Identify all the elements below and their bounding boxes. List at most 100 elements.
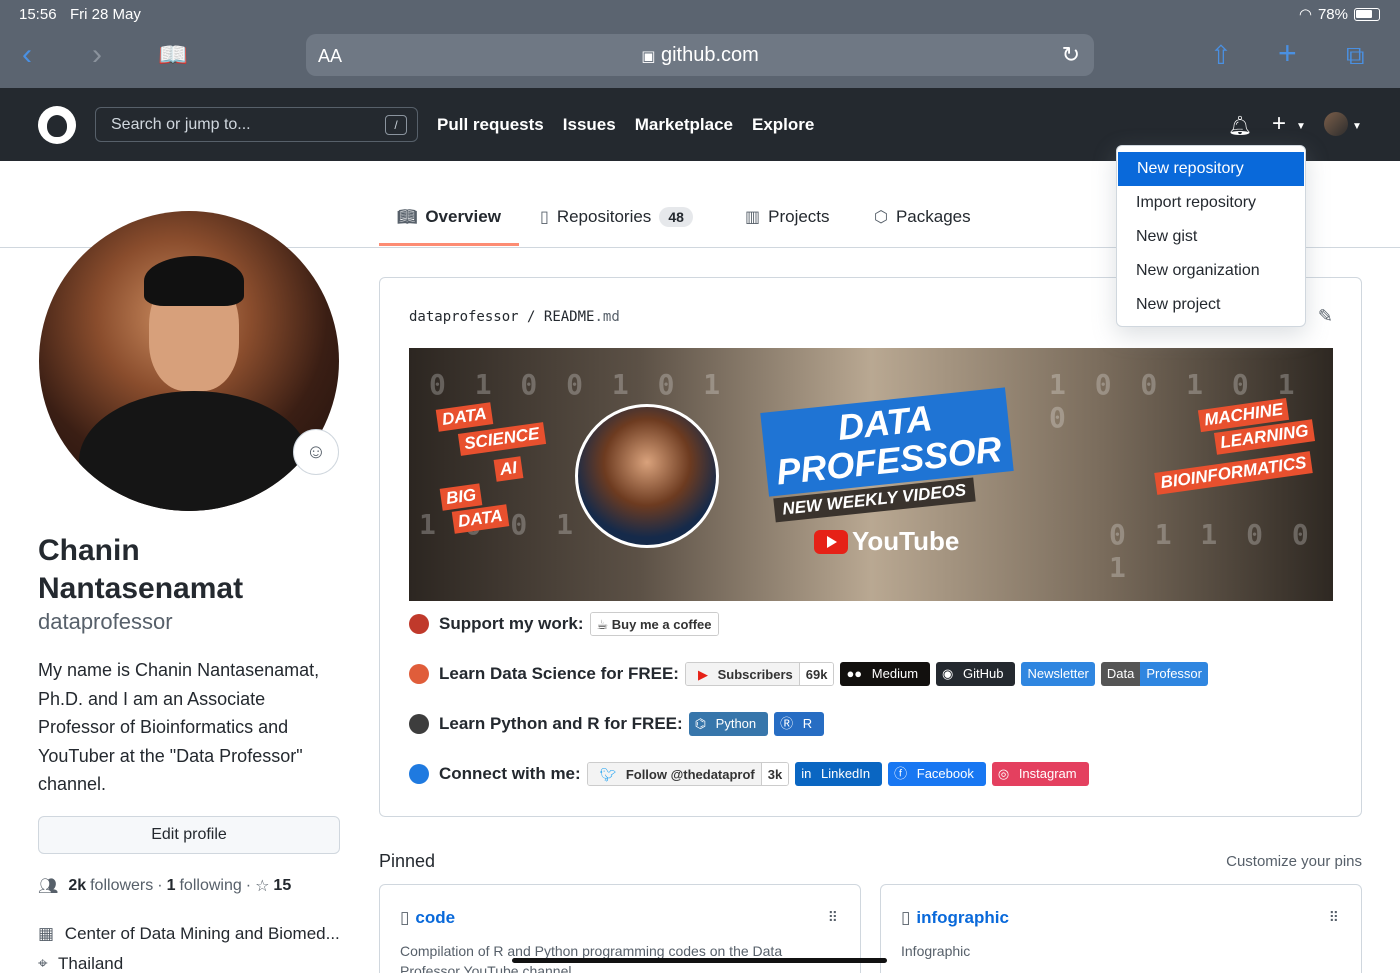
readme-support-line: Support my work: ☕ Buy me a coffee	[409, 612, 719, 636]
banner-tag: BIOINFORMATICS	[1154, 451, 1313, 495]
banner-youtube-logo: YouTube	[814, 526, 959, 557]
medium-badge[interactable]: ●● Medium	[840, 662, 931, 686]
status-bar: 15:56 Fri 28 May ◠ 78%	[0, 0, 1400, 28]
notifications-bell-icon[interactable]: 🔔︎	[1228, 114, 1252, 137]
separator-dot: ·	[157, 877, 163, 894]
profile-username: dataprofessor	[38, 609, 173, 634]
tab-packages[interactable]: ⬡ Packages	[874, 207, 971, 227]
customize-pins-link[interactable]: Customize your pins	[1226, 853, 1362, 870]
readme-path: dataprofessor / README.md	[409, 309, 620, 325]
tab-projects-label: Projects	[768, 207, 830, 226]
repo-icon: ▯	[540, 209, 549, 226]
following-count[interactable]: 1	[167, 877, 176, 895]
readme-box: dataprofessor / README.md ✎ 0 1 0 0 1 0 …	[379, 277, 1362, 817]
tab-overview[interactable]: 📖︎ Overview	[397, 207, 501, 227]
youtube-subscribers-badge[interactable]: ▶ Subscribers 69k	[684, 662, 835, 686]
buy-me-coffee-badge[interactable]: ☕ Buy me a coffee	[589, 612, 719, 636]
repositories-count-badge: 48	[659, 207, 693, 227]
menu-new-organization[interactable]: New organization	[1117, 254, 1305, 288]
banner-tag: BIG	[439, 483, 483, 511]
package-icon: ⬡	[874, 209, 888, 226]
tabs-overview-icon[interactable]: ⧉	[1346, 40, 1365, 70]
data-professor-badge[interactable]: Data Professor	[1100, 662, 1208, 686]
create-caret-icon[interactable]: ▼	[1296, 121, 1306, 132]
reload-icon[interactable]: ↻	[1062, 42, 1080, 68]
edit-profile-button[interactable]: Edit profile	[38, 816, 340, 854]
twitter-badge[interactable]: 🐦︎ Follow @thedataprof 3k	[586, 762, 790, 786]
red-circle-icon	[409, 614, 429, 634]
tab-repositories[interactable]: ▯ Repositories 48	[540, 207, 693, 227]
followers-link[interactable]: followers	[90, 877, 153, 895]
instagram-badge[interactable]: ◎ Instagram	[991, 762, 1089, 786]
menu-new-project[interactable]: New project	[1117, 288, 1305, 322]
pinned-repo-link[interactable]: ▯ code	[400, 908, 455, 928]
browser-toolbar: ‹ › 📖 AA ▣ github.com ↻ ⇧ + ⧉	[0, 28, 1400, 88]
profile-avatar[interactable]	[39, 211, 339, 511]
banner-youtube-text: YouTube	[852, 526, 960, 556]
new-tab-icon[interactable]: +	[1278, 37, 1297, 69]
tab-projects[interactable]: ▥ Projects	[745, 207, 830, 227]
separator-dot: ·	[245, 877, 252, 894]
tab-packages-label: Packages	[895, 207, 971, 226]
url-text[interactable]: ▣ github.com	[306, 44, 1094, 67]
home-indicator[interactable]	[512, 958, 887, 963]
readme-ext: .md	[594, 309, 620, 325]
readme-path-slash: /	[527, 309, 536, 325]
address-bar[interactable]: AA ▣ github.com ↻	[306, 34, 1094, 76]
url-domain: github.com	[660, 44, 759, 66]
python-badge[interactable]: ⌬ Python	[688, 712, 769, 736]
edit-readme-pencil-icon[interactable]: ✎	[1318, 306, 1333, 327]
status-time: 15:56	[19, 6, 57, 23]
newsletter-badge[interactable]: Newsletter	[1021, 662, 1095, 686]
pinned-repo-link[interactable]: ▯ infographic	[901, 908, 1009, 928]
location-text: Thailand	[58, 954, 124, 973]
learn-ds-label: Learn Data Science for FREE:	[439, 664, 679, 683]
bookmarks-icon[interactable]: 📖	[158, 41, 188, 71]
banner-title: DATA PROFESSOR	[760, 387, 1014, 497]
nav-pull-requests[interactable]: Pull requests	[437, 115, 544, 135]
location-pin-icon: ⌖	[38, 954, 48, 973]
battery-percent: 78%	[1317, 5, 1348, 23]
profile-full-name: Chanin Nantasenamat	[38, 534, 244, 605]
user-menu-caret-icon[interactable]: ▼	[1352, 121, 1362, 132]
pinned-repo-card: ▯ infographic ⠿ Infographic	[880, 884, 1362, 973]
banner-portrait	[575, 404, 719, 548]
nav-issues[interactable]: Issues	[563, 115, 616, 135]
github-logo-icon[interactable]	[38, 106, 76, 144]
forward-icon[interactable]: ›	[92, 40, 102, 70]
readme-connect-line: Connect with me: 🐦︎ Follow @thedataprof …	[409, 762, 1089, 786]
readme-banner-image: 0 1 0 0 1 0 1 1 0 0 1 0 1 0 0 1 0 1 0 0 …	[409, 348, 1333, 601]
banner-tag: SCIENCE	[457, 422, 546, 456]
set-status-smiley-icon[interactable]: ☺	[293, 429, 339, 475]
create-new-plus-icon[interactable]: +	[1272, 110, 1286, 138]
orange-circle-icon	[409, 664, 429, 684]
pinned-repo-description: Compilation of R and Python programming …	[400, 943, 783, 973]
facebook-badge[interactable]: ⓕ Facebook	[888, 762, 986, 786]
menu-new-repository[interactable]: New repository	[1118, 152, 1304, 186]
stars-count[interactable]: 15	[273, 877, 291, 895]
profile-organization: ▦ Center of Data Mining and Biomed...	[38, 924, 340, 944]
drag-handle-icon[interactable]: ⠿	[1329, 909, 1339, 926]
repo-icon: ▯	[400, 908, 410, 927]
drag-handle-icon[interactable]: ⠿	[828, 909, 838, 926]
search-input[interactable]: Search or jump to... /	[95, 107, 418, 142]
support-label: Support my work:	[439, 614, 584, 633]
profile-location: ⌖ Thailand	[38, 954, 123, 973]
following-link[interactable]: following	[179, 877, 241, 895]
nav-explore[interactable]: Explore	[752, 115, 814, 135]
readme-owner[interactable]: dataprofessor	[409, 309, 519, 325]
user-avatar-small[interactable]	[1324, 112, 1348, 136]
project-icon: ▥	[745, 209, 761, 226]
menu-new-gist[interactable]: New gist	[1117, 220, 1305, 254]
followers-count[interactable]: 2k	[68, 877, 86, 895]
follow-stats: 👥︎ 2k followers · 1 following · ☆ 15	[38, 876, 291, 896]
linkedin-badge[interactable]: in LinkedIn	[795, 762, 883, 786]
readme-file[interactable]: README	[544, 309, 595, 325]
back-icon[interactable]: ‹	[22, 40, 32, 70]
r-badge[interactable]: Ⓡ R	[774, 712, 825, 736]
menu-import-repository[interactable]: Import repository	[1117, 186, 1305, 220]
nav-marketplace[interactable]: Marketplace	[635, 115, 733, 135]
github-badge[interactable]: ◉ GitHub	[936, 662, 1016, 686]
share-icon[interactable]: ⇧	[1210, 40, 1232, 70]
tab-repositories-label: Repositories	[556, 207, 652, 226]
